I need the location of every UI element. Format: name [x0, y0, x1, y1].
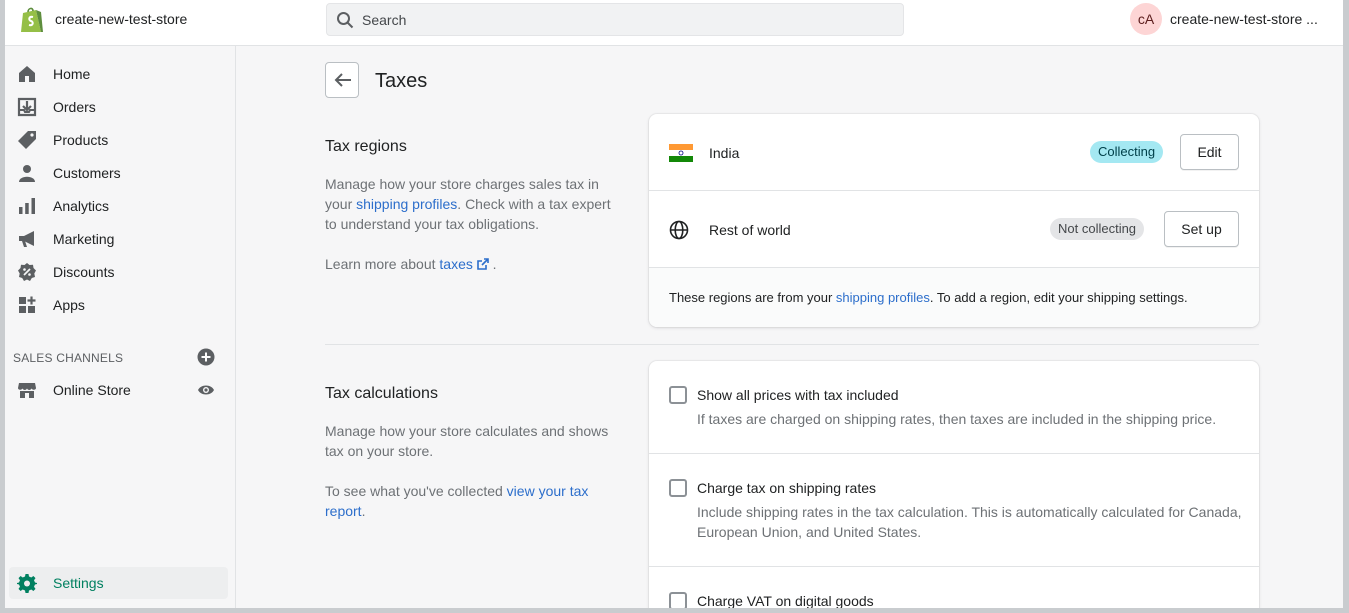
store-icon — [18, 383, 36, 398]
sidebar-item-discounts[interactable]: Discounts — [5, 256, 236, 288]
tax-report-text: To see what you've collected view your t… — [325, 481, 620, 521]
sidebar-item-label: Home — [53, 66, 91, 82]
india-flag-icon — [669, 144, 693, 162]
person-icon — [19, 165, 35, 182]
tax-report-prefix: To see what you've collected — [325, 483, 507, 499]
sidebar-item-label: Orders — [53, 99, 96, 115]
top-bar: create-new-test-store Search cA create-n… — [5, 0, 1343, 46]
vat-digital-goods-checkbox[interactable] — [669, 592, 687, 608]
tax-regions-card: India Collecting Edit Rest of world Not … — [649, 114, 1259, 327]
back-button[interactable] — [325, 62, 359, 98]
sidebar-item-customers[interactable]: Customers — [5, 157, 236, 189]
sidebar-item-label: Settings — [53, 575, 104, 591]
footnote-prefix: These regions are from your — [669, 290, 836, 305]
app-window: create-new-test-store Search cA create-n… — [0, 0, 1349, 613]
search-input[interactable]: Search — [326, 3, 904, 36]
sidebar-item-label: Marketing — [53, 231, 115, 247]
sidebar-item-analytics[interactable]: Analytics — [5, 190, 236, 222]
gear-icon — [17, 574, 37, 593]
megaphone-icon — [19, 231, 34, 247]
sidebar-item-orders[interactable]: Orders — [5, 91, 236, 123]
external-link-icon — [476, 258, 489, 270]
status-badge: Collecting — [1090, 141, 1164, 163]
sidebar-item-label: Apps — [53, 297, 85, 313]
region-name: India — [709, 145, 740, 161]
option-label[interactable]: Charge VAT on digital goods — [697, 593, 874, 608]
footnote-text: These regions are from your shipping pro… — [669, 290, 1188, 305]
region-row-rest-of-world: Rest of world Not collecting Set up — [649, 191, 1259, 268]
tax-shipping-checkbox[interactable] — [669, 479, 687, 497]
sidebar-item-label: Products — [53, 132, 109, 148]
avatar[interactable]: cA — [1130, 3, 1162, 35]
option-help: If taxes are charged on shipping rates, … — [697, 411, 1217, 427]
bar-chart-icon — [19, 198, 35, 214]
discount-icon — [18, 263, 36, 281]
sidebar-item-label: Customers — [53, 165, 121, 181]
page-title: Taxes — [375, 70, 428, 92]
option-help: Include shipping rates in the tax calcul… — [697, 504, 1242, 540]
orders-icon — [17, 97, 37, 117]
option-row-prices-tax-included: Show all prices with tax included If tax… — [649, 361, 1259, 454]
tag-icon — [18, 131, 36, 149]
tax-regions-description: Manage how your store charges sales tax … — [325, 174, 620, 234]
shopify-logo-icon[interactable] — [19, 5, 45, 35]
tax-calculations-description: Manage how your store calculates and sho… — [325, 423, 609, 459]
apps-icon — [19, 296, 36, 313]
eye-icon[interactable] — [197, 381, 215, 399]
shipping-profiles-link[interactable]: shipping profiles — [836, 290, 930, 305]
sidebar-item-marketing[interactable]: Marketing — [5, 223, 236, 255]
sidebar-item-home[interactable]: Home — [5, 58, 236, 90]
home-icon — [19, 66, 35, 82]
search-icon — [337, 12, 354, 29]
status-badge: Not collecting — [1050, 218, 1145, 240]
taxes-link-label: taxes — [439, 256, 473, 272]
prices-tax-included-checkbox[interactable] — [669, 386, 687, 404]
set-up-button[interactable]: Set up — [1164, 211, 1239, 247]
region-name: Rest of world — [709, 222, 791, 238]
sidebar-item-apps[interactable]: Apps — [5, 289, 236, 321]
option-label[interactable]: Show all prices with tax included — [697, 387, 899, 403]
learn-more-suffix: . — [488, 256, 497, 272]
sidebar-item-label: Analytics — [53, 198, 110, 214]
taxes-link[interactable]: taxes — [439, 256, 489, 272]
learn-more-prefix: Learn more about — [325, 256, 440, 272]
region-row-india: India Collecting Edit — [649, 114, 1259, 191]
arrow-left-icon — [334, 73, 351, 87]
sidebar-item-settings[interactable]: Settings — [9, 567, 228, 599]
shipping-profiles-link[interactable]: shipping profiles — [356, 196, 457, 212]
section-divider — [325, 344, 1259, 345]
sidebar-item-label: Discounts — [53, 264, 115, 280]
store-name[interactable]: create-new-test-store — [55, 11, 187, 27]
sales-channels-heading: SALES CHANNELS — [13, 351, 124, 365]
tax-calculations-card: Show all prices with tax included If tax… — [649, 361, 1259, 608]
sidebar-item-label: Online Store — [53, 382, 131, 398]
globe-icon — [669, 220, 689, 240]
tax-regions-heading: Tax regions — [325, 138, 407, 155]
option-label[interactable]: Charge tax on shipping rates — [697, 480, 876, 496]
edit-button[interactable]: Edit — [1180, 134, 1239, 170]
sidebar: Home Orders Products Customers Analytics… — [5, 46, 236, 608]
regions-footnote: These regions are from your shipping pro… — [649, 268, 1259, 327]
option-row-vat-digital: Charge VAT on digital goods — [649, 567, 1259, 608]
footnote-suffix: . To add a region, edit your shipping se… — [929, 290, 1188, 305]
sidebar-item-products[interactable]: Products — [5, 124, 236, 156]
option-row-tax-shipping: Charge tax on shipping rates Include shi… — [649, 454, 1259, 567]
account-menu[interactable]: create-new-test-store ... — [1170, 11, 1318, 27]
tax-report-suffix: . — [361, 503, 366, 519]
add-circle-icon[interactable] — [197, 348, 215, 366]
tax-calculations-heading: Tax calculations — [325, 385, 438, 402]
search-placeholder: Search — [362, 12, 407, 28]
learn-more-text: Learn more about taxes . — [325, 254, 620, 274]
